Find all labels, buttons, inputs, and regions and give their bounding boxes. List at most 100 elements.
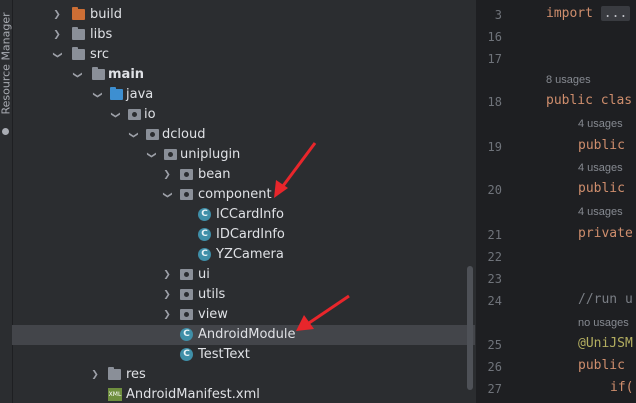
tree-item-io[interactable]: io — [12, 105, 475, 125]
chevron-right-icon[interactable] — [162, 285, 172, 305]
folder-icon — [72, 7, 85, 20]
tree-item-main[interactable]: main — [12, 65, 475, 85]
tree-item-label: bean — [198, 167, 231, 182]
keyword: private — [578, 226, 633, 241]
code-line-annotation[interactable]: @UniJSM — [578, 336, 633, 351]
package-icon — [146, 129, 159, 140]
package-icon — [164, 149, 177, 160]
tree-item-yzcamera[interactable]: C YZCamera — [12, 245, 475, 265]
line-number: 25 — [487, 338, 502, 352]
tree-item-label: libs — [90, 27, 113, 42]
chevron-down-icon[interactable] — [110, 105, 120, 125]
usage-hint[interactable]: 8 usages — [546, 74, 591, 86]
tree-item-label: YZCamera — [216, 247, 284, 262]
tree-item-androidmodule[interactable]: C AndroidModule — [12, 325, 475, 345]
chevron-right-icon[interactable] — [52, 25, 62, 45]
tree-item-utils[interactable]: utils — [12, 285, 475, 305]
code-line-method[interactable]: public — [578, 358, 625, 373]
keyword: if( — [610, 380, 634, 395]
tree-item-res[interactable]: res — [12, 365, 475, 385]
project-tree[interactable]: build libs src main java io dcloud unipl… — [12, 0, 475, 403]
tree-item-build[interactable]: build — [12, 5, 475, 25]
line-number: 19 — [487, 140, 502, 154]
usage-hint[interactable]: 4 usages — [578, 162, 623, 174]
package-icon — [128, 109, 141, 120]
chevron-down-icon[interactable] — [92, 85, 102, 105]
code-line-field[interactable]: public — [578, 181, 625, 196]
editor-gutter: 3 16 17 18 19 20 21 22 23 24 25 26 27 — [476, 0, 549, 403]
line-number: 27 — [487, 382, 502, 396]
code-editor[interactable]: import ... 8 usages public clas 4 usages… — [536, 0, 636, 403]
keyword: public — [578, 138, 625, 153]
usage-hint[interactable]: 4 usages — [578, 206, 623, 218]
annotation-arrow-component — [274, 142, 317, 198]
class-icon: C — [180, 348, 193, 361]
tree-item-component[interactable]: component — [12, 185, 475, 205]
resource-folder-icon — [108, 367, 121, 380]
class-icon: C — [198, 248, 211, 261]
tree-item-label: res — [126, 367, 146, 382]
line-number: 26 — [487, 360, 502, 374]
tree-item-label: AndroidManifest.xml — [126, 387, 260, 402]
chevron-down-icon[interactable] — [128, 125, 138, 145]
keyword: public clas — [546, 93, 633, 108]
code-line-if[interactable]: if( — [610, 380, 633, 395]
line-number: 18 — [487, 95, 502, 109]
tree-item-uniplugin[interactable]: uniplugin — [12, 145, 475, 165]
package-icon — [180, 169, 193, 180]
xml-file-icon: XML — [108, 388, 122, 401]
chevron-right-icon[interactable] — [90, 365, 100, 385]
annotation: @UniJSM — [578, 336, 633, 351]
chevron-down-icon[interactable] — [146, 145, 156, 165]
usage-hint[interactable]: no usages — [578, 317, 629, 329]
tree-item-label: component — [198, 187, 272, 202]
code-line-class[interactable]: public clas — [546, 93, 632, 108]
code-line-import[interactable]: import ... — [546, 6, 631, 21]
chevron-down-icon[interactable] — [72, 65, 82, 85]
package-icon — [180, 269, 193, 280]
keyword: public — [578, 181, 625, 196]
folded-imports[interactable]: ... — [600, 6, 631, 21]
tree-item-androidmanifest[interactable]: XML AndroidManifest.xml — [12, 385, 475, 403]
package-icon — [180, 289, 193, 300]
chevron-down-icon[interactable] — [162, 185, 172, 205]
tree-item-label: dcloud — [162, 127, 206, 142]
tree-item-iccardinfo[interactable]: C ICCardInfo — [12, 205, 475, 225]
tree-item-label: uniplugin — [180, 147, 241, 162]
tree-item-java[interactable]: java — [12, 85, 475, 105]
tree-item-label: src — [90, 47, 109, 62]
usage-hint[interactable]: 4 usages — [578, 118, 623, 130]
tree-item-label: IDCardInfo — [216, 227, 285, 242]
chevron-right-icon[interactable] — [162, 165, 172, 185]
annotation-arrow-androidmodule — [296, 294, 350, 331]
tree-item-label: build — [90, 7, 122, 22]
tree-item-src[interactable]: src — [12, 45, 475, 65]
folder-icon — [72, 27, 85, 40]
class-icon: C — [198, 228, 211, 241]
resource-manager-icon — [2, 128, 9, 135]
tree-item-ui[interactable]: ui — [12, 265, 475, 285]
tree-item-label: java — [126, 87, 154, 102]
tree-item-bean[interactable]: bean — [12, 165, 475, 185]
code-line-field[interactable]: public — [578, 138, 625, 153]
resource-manager-label[interactable]: Resource Manager — [0, 12, 13, 114]
tree-item-view[interactable]: view — [12, 305, 475, 325]
tree-item-libs[interactable]: libs — [12, 25, 475, 45]
source-folder-icon — [110, 87, 123, 100]
keyword: public — [578, 358, 625, 373]
line-number: 16 — [487, 30, 502, 44]
tree-item-dcloud[interactable]: dcloud — [12, 125, 475, 145]
tree-item-testtext[interactable]: C TestText — [12, 345, 475, 365]
chevron-down-icon[interactable] — [52, 45, 62, 65]
tree-item-label: ui — [198, 267, 210, 282]
code-line-field[interactable]: private — [578, 226, 633, 241]
chevron-right-icon[interactable] — [162, 265, 172, 285]
chevron-right-icon[interactable] — [162, 305, 172, 325]
tree-item-idcardinfo[interactable]: C IDCardInfo — [12, 225, 475, 245]
code-line-comment[interactable]: //run u — [578, 292, 633, 307]
line-number: 22 — [487, 250, 502, 264]
tree-item-label: main — [108, 67, 145, 82]
chevron-right-icon[interactable] — [52, 5, 62, 25]
tree-item-label: view — [198, 307, 228, 322]
tree-item-label: TestText — [198, 347, 250, 362]
